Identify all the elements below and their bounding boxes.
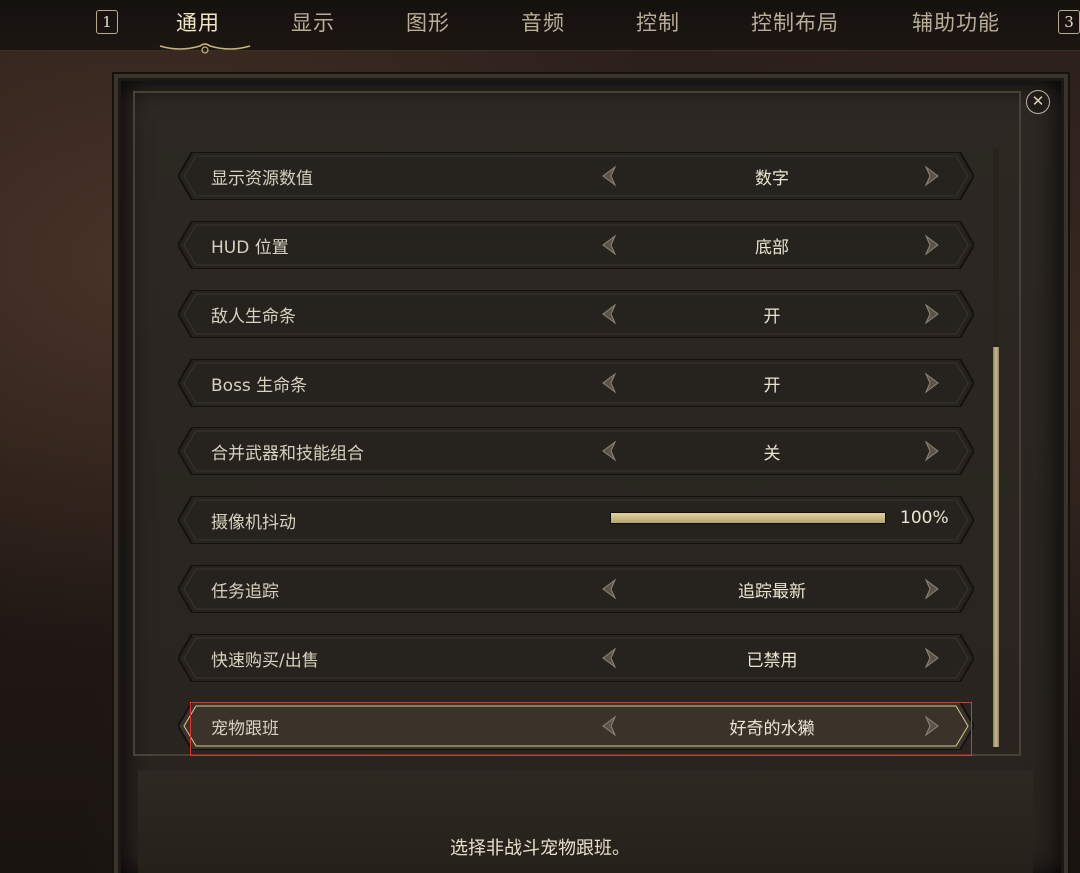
camera-shake-slider[interactable] [610,512,886,524]
setting-value: 追踪最新 [738,582,806,602]
setting-value: 开 [763,307,781,327]
setting-label: 显示资源数值 [211,169,313,189]
setting-label: HUD 位置 [211,238,289,258]
setting-label: 宠物跟班 [211,719,279,739]
next-tab-key[interactable]: 3 [1058,10,1080,34]
setting-label: 敌人生命条 [211,307,296,327]
setting-row-quest-tracking[interactable]: 任务追踪 追踪最新 [178,565,974,613]
arrow-right-icon[interactable] [920,234,942,256]
arrow-right-icon[interactable] [920,440,942,462]
arrow-left-icon[interactable] [599,715,621,737]
scroll-thumb[interactable] [993,347,999,747]
arrow-right-icon[interactable] [920,647,942,669]
setting-label: 摄像机抖动 [211,513,296,533]
setting-row-pet-companion[interactable]: 宠物跟班 好奇的水獭 [178,702,974,750]
setting-value: 100% [900,508,949,528]
arrow-left-icon[interactable] [599,303,621,325]
arrow-left-icon[interactable] [599,234,621,256]
arrow-right-icon[interactable] [920,578,942,600]
setting-value: 数字 [755,169,789,189]
setting-value: 已禁用 [746,651,798,671]
setting-description: 选择非战斗宠物跟班。 [450,838,630,859]
setting-label: 任务追踪 [211,582,279,602]
tab-graphics[interactable]: 图形 [406,7,450,37]
setting-label: 合并武器和技能组合 [211,444,364,464]
setting-row-camera-shake[interactable]: 摄像机抖动 100% [178,496,974,544]
arrow-left-icon[interactable] [599,578,621,600]
scrollbar[interactable] [993,147,999,753]
arrow-right-icon[interactable] [920,715,942,737]
setting-row-quick-buy-sell[interactable]: 快速购买/出售 已禁用 [178,634,974,682]
tab-audio[interactable]: 音频 [521,7,565,37]
active-tab-ornament [159,43,251,54]
tab-accessibility[interactable]: 辅助功能 [912,7,1000,37]
close-icon[interactable]: ✕ [1026,90,1050,114]
arrow-right-icon[interactable] [920,372,942,394]
tab-controls[interactable]: 控制 [636,7,680,37]
tab-general[interactable]: 通用 [176,7,220,37]
setting-value: 好奇的水獭 [729,719,815,739]
arrow-left-icon[interactable] [599,440,621,462]
setting-row-boss-health-bar[interactable]: Boss 生命条 开 [178,359,974,407]
arrow-left-icon[interactable] [599,647,621,669]
setting-value: 底部 [755,238,789,258]
arrow-right-icon[interactable] [920,165,942,187]
setting-value: 关 [763,444,781,464]
tab-display[interactable]: 显示 [291,7,335,37]
prev-tab-key[interactable]: 1 [96,10,118,34]
setting-label: 快速购买/出售 [211,651,319,671]
setting-label: Boss 生命条 [211,376,308,396]
setting-row-show-resource-values[interactable]: 显示资源数值 数字 [178,152,974,200]
settings-screen: 1 通用 显示 图形 音频 控制 控制布局 辅助功能 3 ✕ 显示资源数值 数字 H… [0,0,1080,873]
setting-row-merge-weapon-skill-combo[interactable]: 合并武器和技能组合 关 [178,427,974,475]
arrow-left-icon[interactable] [599,165,621,187]
setting-row-enemy-health-bar[interactable]: 敌人生命条 开 [178,290,974,338]
setting-value: 开 [763,376,781,396]
arrow-left-icon[interactable] [599,372,621,394]
slider-fill [611,513,885,523]
arrow-right-icon[interactable] [920,303,942,325]
setting-row-hud-position[interactable]: HUD 位置 底部 [178,221,974,269]
tab-control-layout[interactable]: 控制布局 [751,7,839,37]
